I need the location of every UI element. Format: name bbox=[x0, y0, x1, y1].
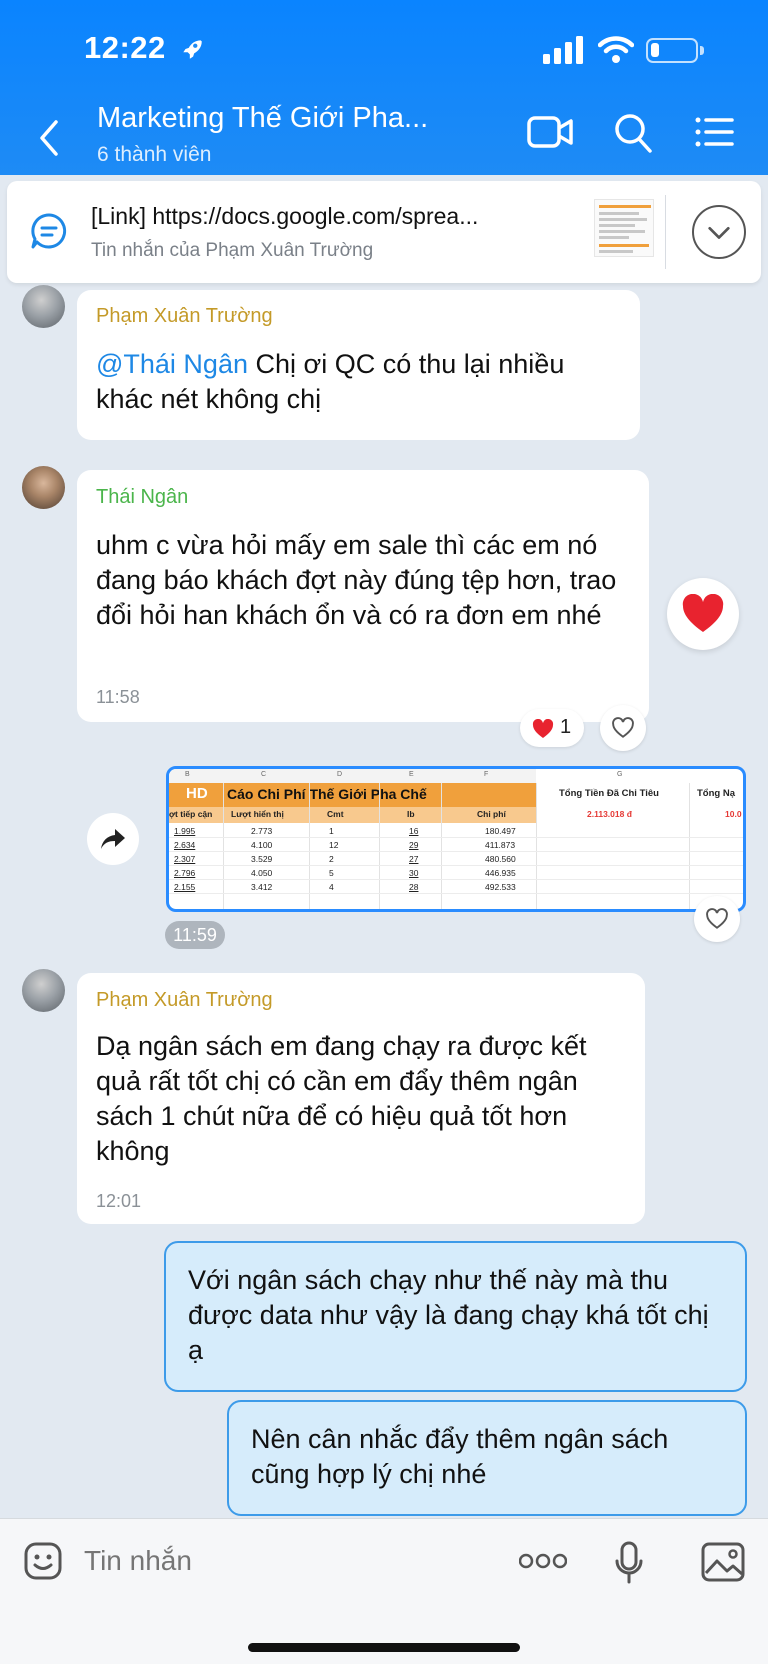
sheet-cell: 411.873 bbox=[485, 840, 516, 850]
message-bubble[interactable]: Phạm Xuân Trường Dạ ngân sách em đang ch… bbox=[77, 973, 645, 1224]
forward-button[interactable] bbox=[87, 813, 139, 865]
sheet-cell: 2.155 bbox=[174, 882, 196, 892]
sheet-cell: 3.529 bbox=[251, 854, 273, 864]
chat-bubble-icon bbox=[31, 213, 67, 249]
message-text: Với ngân sách chạy như thế này mà thu đư… bbox=[188, 1265, 709, 1365]
column-letter: C bbox=[261, 771, 267, 778]
sheet-cell: 180.497 bbox=[485, 826, 516, 836]
column-letter: B bbox=[185, 771, 190, 778]
chat-header: 12:22 Marketing Thế Giới Pha... 6 thành … bbox=[0, 0, 768, 175]
column-letter: G bbox=[617, 771, 623, 778]
sheet-cell: 4 bbox=[329, 882, 334, 892]
like-button[interactable] bbox=[694, 896, 740, 942]
column-letter: E bbox=[409, 771, 414, 778]
spreadsheet-thumbnail[interactable] bbox=[594, 199, 654, 257]
message-text: Dạ ngân sách em đang chạy ra được kết qu… bbox=[96, 1031, 587, 1166]
sheet-cell: 29 bbox=[409, 840, 419, 850]
column-letter: D bbox=[337, 771, 343, 778]
message-time: 11:58 bbox=[96, 687, 140, 707]
sheet-cell: 12 bbox=[329, 840, 339, 850]
search-icon[interactable] bbox=[613, 112, 653, 154]
back-button[interactable] bbox=[30, 112, 70, 164]
column-letter: F bbox=[484, 771, 489, 778]
message-input[interactable] bbox=[84, 1539, 504, 1583]
sheet-cell: 2.307 bbox=[174, 854, 196, 864]
sheet-header: Cmt bbox=[327, 809, 344, 819]
sheet-cell: 446.935 bbox=[485, 868, 516, 878]
sheet-cell: 492.533 bbox=[485, 882, 516, 892]
message-time: 11:59 bbox=[165, 921, 225, 949]
sheet-cell: 2.796 bbox=[174, 868, 196, 878]
sheet-header: ợt tiếp cận bbox=[169, 809, 213, 819]
sheet-cell: 2.634 bbox=[174, 840, 196, 850]
microphone-icon[interactable] bbox=[614, 1541, 644, 1585]
battery-icon bbox=[646, 38, 698, 63]
home-indicator bbox=[248, 1643, 520, 1652]
share-arrow-icon bbox=[101, 829, 125, 849]
status-time: 12:22 bbox=[84, 30, 166, 65]
sheet-cell: 1 bbox=[329, 826, 334, 836]
emoji-icon[interactable] bbox=[23, 1541, 63, 1581]
sheet-header: Chi phí bbox=[477, 809, 506, 819]
sheet-cell: 480.560 bbox=[485, 854, 516, 864]
sheet-cell: 3.412 bbox=[251, 882, 273, 892]
sender-name: Phạm Xuân Trường bbox=[96, 989, 273, 1011]
reaction-heart-button[interactable] bbox=[667, 578, 739, 650]
heart-icon bbox=[682, 594, 724, 632]
sheet-cell: 4.050 bbox=[251, 868, 273, 878]
heart-icon bbox=[532, 719, 554, 738]
chat-title[interactable]: Marketing Thế Giới Pha... bbox=[97, 102, 428, 135]
message-bubble[interactable]: Phạm Xuân Trường @Thái Ngân Chị ơi QC có… bbox=[77, 290, 640, 440]
sent-message-bubble[interactable]: Với ngân sách chạy như thế này mà thu đư… bbox=[164, 1241, 747, 1392]
extra-value: 10.0 bbox=[725, 809, 742, 819]
message-bubble[interactable]: Thái Ngân uhm c vừa hỏi mấy em sale thì … bbox=[77, 470, 649, 722]
sheet-cell: 16 bbox=[409, 826, 419, 836]
menu-list-icon[interactable] bbox=[694, 112, 734, 152]
total-value: 2.113.018 đ bbox=[587, 809, 632, 819]
video-call-icon[interactable] bbox=[527, 112, 573, 152]
image-icon[interactable] bbox=[700, 1541, 746, 1583]
message-text: @Thái Ngân Chị ơi QC có thu lại nhiều kh… bbox=[96, 349, 565, 414]
sheet-cell: 1.995 bbox=[174, 826, 196, 836]
message-composer bbox=[0, 1518, 768, 1664]
sheet-cell: 27 bbox=[409, 854, 419, 864]
mention-link[interactable]: @Thái Ngân bbox=[96, 349, 248, 379]
wifi-icon bbox=[598, 36, 634, 63]
expand-chevron-icon[interactable] bbox=[692, 205, 746, 259]
sheet-header: Ib bbox=[407, 809, 415, 819]
reaction-count: 1 bbox=[560, 716, 572, 738]
sheet-cell: 5 bbox=[329, 868, 334, 878]
hd-badge: HD bbox=[186, 785, 208, 802]
sent-message-bubble[interactable]: Nên cân nhắc đẩy thêm ngân sách cũng hợp… bbox=[227, 1400, 747, 1516]
sheet-title: Cáo Chi Phí Thế Giới Pha Chế bbox=[227, 786, 427, 802]
pinned-sender: Tin nhắn của Phạm Xuân Trường bbox=[91, 240, 374, 261]
rocket-icon bbox=[183, 40, 202, 59]
pinned-message-bar[interactable]: [Link] https://docs.google.com/sprea... … bbox=[7, 181, 761, 283]
message-time: 12:01 bbox=[96, 1191, 142, 1211]
reaction-summary[interactable]: 1 bbox=[520, 709, 584, 747]
avatar[interactable] bbox=[22, 466, 65, 509]
avatar[interactable] bbox=[22, 969, 65, 1012]
like-button[interactable] bbox=[600, 705, 646, 751]
total-label: Tổng Tiền Đã Chi Tiêu bbox=[559, 788, 659, 799]
sheet-cell: 28 bbox=[409, 882, 419, 892]
sheet-cell: 4.100 bbox=[251, 840, 273, 850]
sender-name: Thái Ngân bbox=[96, 486, 189, 508]
message-text: Nên cân nhắc đẩy thêm ngân sách cũng hợp… bbox=[251, 1424, 669, 1489]
more-dots-icon[interactable] bbox=[519, 1553, 567, 1569]
extra-label: Tổng Nạ bbox=[697, 788, 735, 799]
sender-name: Phạm Xuân Trường bbox=[96, 305, 273, 327]
pinned-link-title[interactable]: [Link] https://docs.google.com/sprea... bbox=[91, 203, 478, 230]
cellular-signal-icon bbox=[543, 36, 583, 64]
spreadsheet-image[interactable]: B C D E F G HD Cáo Chi Phí Thế Giới Pha … bbox=[166, 766, 746, 912]
sheet-cell: 2.773 bbox=[251, 826, 273, 836]
message-text: uhm c vừa hỏi mấy em sale thì các em nó … bbox=[96, 530, 617, 630]
sheet-cell: 2 bbox=[329, 854, 334, 864]
heart-outline-icon bbox=[706, 908, 728, 929]
heart-outline-icon bbox=[612, 717, 634, 738]
sheet-header: Lượt hiển thị bbox=[231, 809, 284, 819]
member-count: 6 thành viên bbox=[97, 143, 212, 166]
sheet-cell: 30 bbox=[409, 868, 419, 878]
avatar[interactable] bbox=[22, 285, 65, 328]
